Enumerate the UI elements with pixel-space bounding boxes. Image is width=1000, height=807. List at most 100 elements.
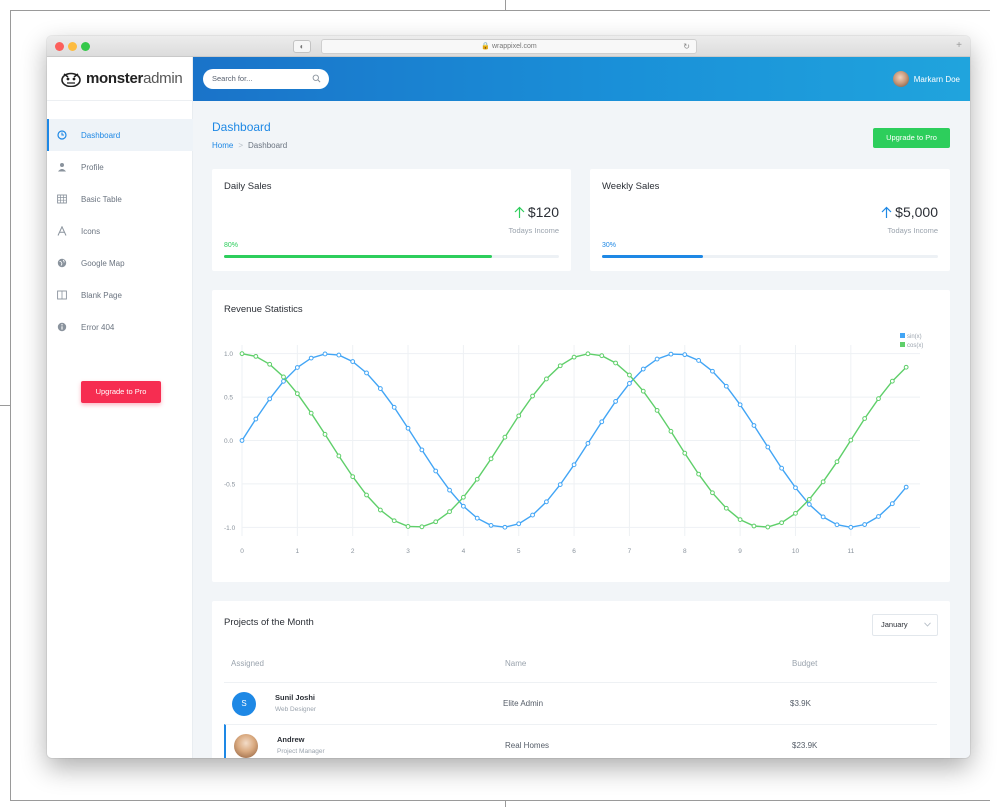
data-point	[654, 356, 660, 362]
data-point	[530, 512, 535, 518]
data-point	[585, 440, 591, 446]
data-point	[889, 378, 895, 384]
header-upgrade-button[interactable]: Upgrade to Pro	[873, 128, 950, 148]
brand-logo[interactable]: monster admin	[47, 57, 193, 101]
data-point	[364, 370, 369, 376]
data-point	[613, 399, 618, 404]
sidebar-item-label: Basic Table	[81, 194, 122, 204]
data-point	[488, 456, 494, 462]
breadcrumb-home-link[interactable]: Home	[212, 141, 233, 150]
user-name: Markarn Doe	[913, 74, 960, 84]
x-tick-label: 6	[572, 548, 576, 555]
privacy-shield-icon[interactable]: ◐	[293, 40, 311, 53]
data-point	[737, 402, 743, 408]
data-point	[876, 396, 881, 402]
table-row[interactable]: S Sunil Joshi Web Designer Elite Admin $…	[224, 682, 937, 724]
sidebar-item-label: Profile	[81, 162, 104, 172]
data-point	[654, 407, 660, 413]
data-point	[585, 351, 591, 357]
data-point	[765, 524, 771, 530]
data-point	[806, 496, 812, 502]
x-tick-label: 7	[628, 548, 632, 555]
data-point	[377, 386, 383, 391]
new-tab-icon[interactable]: +	[954, 41, 964, 51]
sidebar-nav: Dashboard Profile Basic Table Icons Goog…	[47, 119, 193, 343]
sidebar-item-blank-page[interactable]: Blank Page	[47, 279, 193, 311]
data-point	[294, 391, 300, 397]
y-tick-label: 1.0	[224, 351, 233, 358]
x-tick-label: 5	[517, 548, 521, 555]
data-point	[516, 413, 522, 419]
close-window-icon[interactable]	[55, 42, 64, 51]
weekly-sales-card: Weekly Sales $5,000 Todays Income 30%	[590, 169, 950, 271]
data-point	[834, 459, 840, 465]
daily-amount: $120	[527, 204, 559, 220]
data-point	[405, 524, 411, 529]
minimize-window-icon[interactable]	[68, 42, 77, 51]
address-url: 🔒 wrappixel.com	[481, 43, 537, 50]
crop-mark-left	[10, 10, 11, 800]
data-point	[765, 444, 771, 450]
sidebar-item-icons[interactable]: Icons	[47, 215, 193, 247]
data-point	[336, 453, 342, 459]
project-name: Real Homes	[505, 741, 550, 750]
x-tick-label: 0	[240, 548, 244, 555]
data-point	[613, 360, 618, 366]
data-point	[751, 423, 757, 428]
data-point	[557, 482, 563, 488]
search-icon[interactable]	[312, 74, 321, 83]
data-point	[889, 501, 895, 507]
chevron-down-icon	[924, 622, 931, 627]
daily-sales-card: Daily Sales $120 Todays Income 80%	[212, 169, 571, 271]
search-input[interactable]: Search for...	[203, 69, 329, 89]
daily-progress-track	[224, 255, 559, 258]
crop-mark-top	[10, 10, 990, 11]
data-point	[862, 416, 868, 421]
data-point	[640, 388, 646, 394]
column-header-budget[interactable]: Budget	[792, 659, 817, 668]
legend-swatch	[900, 333, 905, 338]
breadcrumb: Home > Dashboard	[212, 141, 287, 150]
person-icon	[58, 163, 66, 172]
sidebar-item-basic-table[interactable]: Basic Table	[47, 183, 193, 215]
brand-name-light: admin	[143, 70, 183, 87]
daily-progress-fill	[224, 255, 492, 258]
data-point	[820, 479, 826, 485]
data-point	[377, 507, 383, 513]
sidebar-item-google-map[interactable]: Google Map	[47, 247, 193, 279]
table-row[interactable]: Andrew Project Manager Real Homes $23.9K	[224, 724, 937, 758]
data-point	[723, 505, 729, 511]
font-icon	[57, 226, 67, 236]
zoom-window-icon[interactable]	[81, 42, 90, 51]
crop-tick-left	[0, 405, 10, 406]
user-menu[interactable]: Markarn Doe	[892, 69, 960, 89]
data-point	[322, 431, 328, 437]
assignee-name: Andrew	[277, 735, 305, 744]
x-tick-label: 3	[406, 548, 410, 555]
sidebar-item-profile[interactable]: Profile	[47, 151, 193, 183]
address-bar[interactable]: 🔒 wrappixel.com ↻	[321, 39, 697, 54]
column-header-name[interactable]: Name	[505, 659, 526, 668]
sidebar-item-error-404[interactable]: Error 404	[47, 311, 193, 343]
month-select[interactable]: January	[872, 614, 938, 636]
daily-amount-row: $120	[514, 204, 559, 220]
columns-icon	[57, 290, 67, 300]
data-point	[253, 416, 259, 422]
info-icon	[57, 322, 67, 332]
reload-icon[interactable]: ↻	[683, 40, 690, 53]
data-point	[862, 522, 868, 527]
x-tick-label: 10	[792, 548, 800, 555]
sidebar-upgrade-button[interactable]: Upgrade to Pro	[81, 381, 161, 403]
data-point	[668, 428, 674, 434]
arrow-up-icon	[514, 206, 525, 218]
data-point	[903, 484, 909, 490]
sidebar-item-dashboard[interactable]: Dashboard	[47, 119, 193, 151]
table-icon	[57, 194, 67, 204]
data-point	[447, 487, 452, 493]
data-point	[336, 352, 342, 358]
column-header-assigned[interactable]: Assigned	[231, 659, 264, 668]
y-tick-label: 0.5	[224, 395, 233, 402]
arrow-up-icon	[881, 206, 892, 218]
data-point	[710, 490, 715, 496]
data-point	[710, 368, 715, 374]
